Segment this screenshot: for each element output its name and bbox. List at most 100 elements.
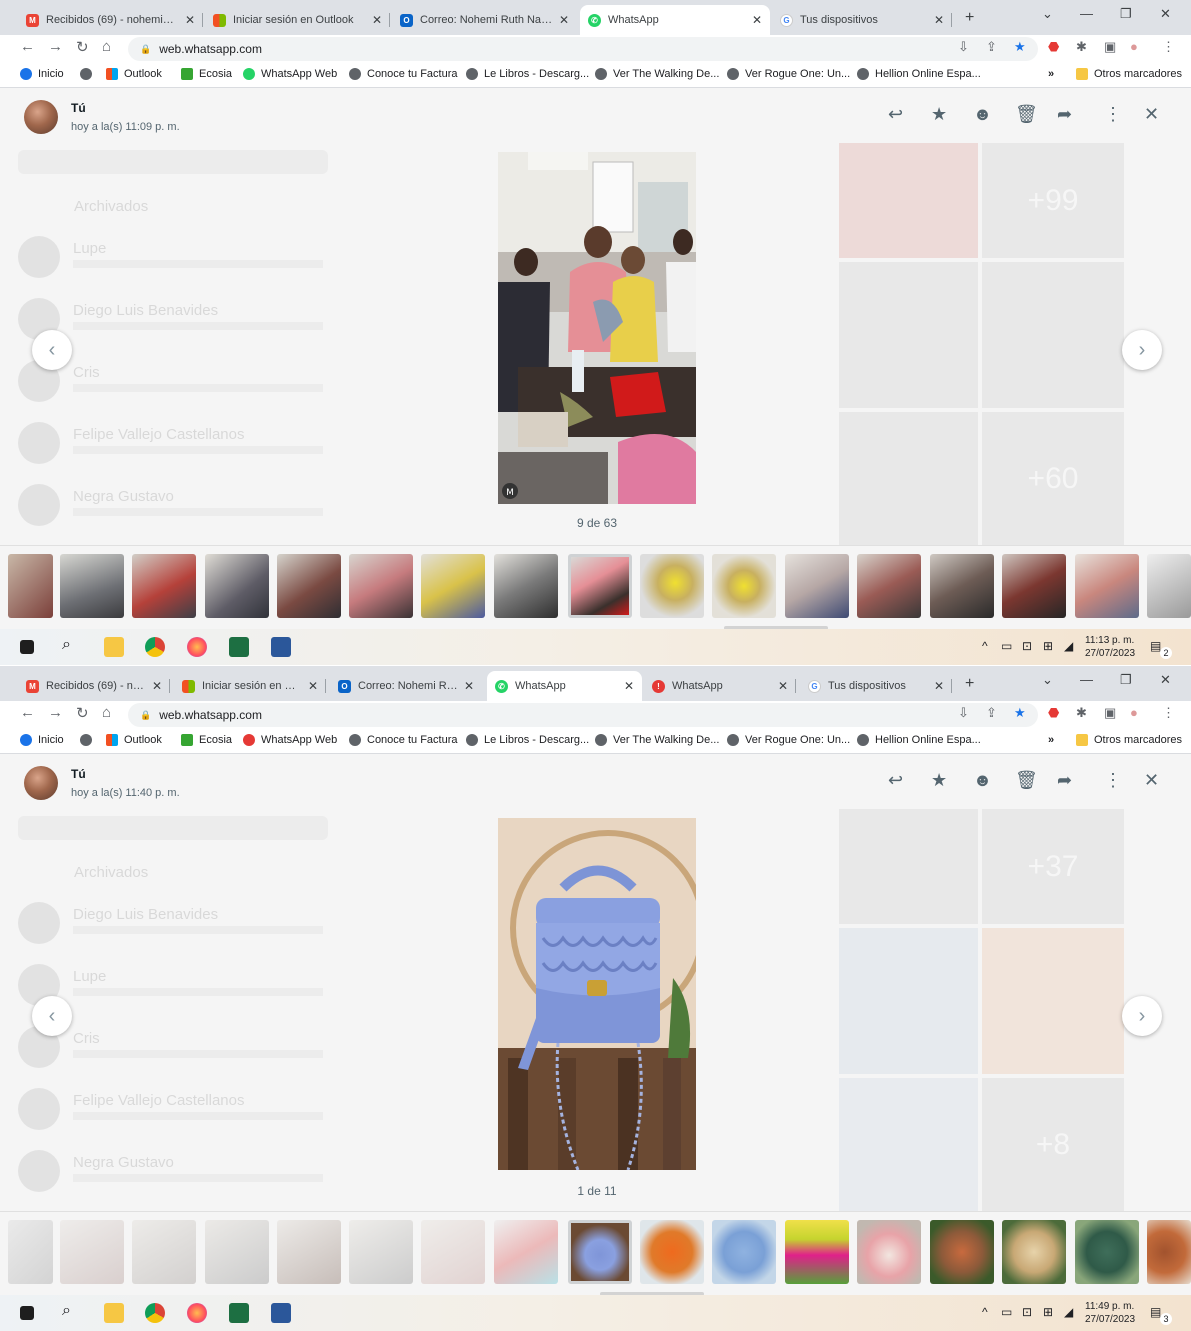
minimize-icon[interactable]: — xyxy=(1080,672,1093,687)
thumbnail[interactable] xyxy=(1075,554,1139,618)
thumbnail[interactable] xyxy=(60,1220,124,1284)
thumbnail-selected[interactable] xyxy=(568,554,632,618)
thumbnail[interactable] xyxy=(8,1220,53,1284)
chrome-icon[interactable] xyxy=(145,637,165,657)
meet-icon[interactable]: ⊡ xyxy=(1022,1305,1032,1319)
search-icon[interactable]: ⌕ xyxy=(62,1302,71,1320)
tab-devices[interactable]: G Tus dispositivos ✕ xyxy=(800,671,952,701)
next-media-button[interactable]: › xyxy=(1122,330,1162,370)
install-app-icon[interactable]: ⇩ xyxy=(958,39,969,55)
emoji-icon[interactable]: ☻ xyxy=(973,104,992,125)
wifi-icon[interactable]: ◢ xyxy=(1064,639,1073,653)
thumbnail[interactable] xyxy=(712,554,776,618)
thumbnail[interactable] xyxy=(785,554,849,618)
bookmark-outlook[interactable]: Outlook xyxy=(106,68,162,80)
tab-search-icon[interactable]: ⌄ xyxy=(1042,6,1053,22)
system-clock[interactable]: 11:13 p. m. 27/07/2023 xyxy=(1085,634,1135,660)
network-icon[interactable]: ⊞ xyxy=(1043,1305,1053,1319)
excel-icon[interactable] xyxy=(229,1303,249,1323)
battery-icon[interactable]: ▭ xyxy=(1001,639,1012,653)
tab-gmail[interactable]: M Recibidos (69) - noheminaju ✕ xyxy=(18,5,203,35)
close-tab-icon[interactable]: ✕ xyxy=(778,679,788,693)
bookmark-star-icon[interactable]: ★ xyxy=(1014,705,1026,721)
more-bookmarks-chevron-icon[interactable]: » xyxy=(1048,68,1054,80)
home-icon[interactable]: ⌂ xyxy=(102,704,111,721)
thumbnail[interactable] xyxy=(712,1220,776,1284)
reload-icon[interactable]: ↻ xyxy=(76,38,89,56)
forward-nav-icon[interactable]: → xyxy=(48,38,63,55)
bookmark-hellion[interactable]: Hellion Online Espa... xyxy=(857,68,981,80)
close-icon[interactable]: ✕ xyxy=(1144,104,1159,125)
extensions-icon[interactable]: ✱ xyxy=(1076,705,1087,721)
firefox-icon[interactable] xyxy=(187,1303,207,1323)
close-tab-icon[interactable]: ✕ xyxy=(185,13,195,27)
chrome-icon[interactable] xyxy=(145,1303,165,1323)
bookmark-other-folder[interactable]: Otros marcadores xyxy=(1076,734,1182,746)
star-icon[interactable]: ★ xyxy=(931,104,947,125)
restore-icon[interactable]: ❐ xyxy=(1120,6,1132,22)
system-clock[interactable]: 11:49 p. m. 27/07/2023 xyxy=(1085,1300,1135,1326)
thumbnail[interactable] xyxy=(640,554,704,618)
previous-media-button[interactable]: ‹ xyxy=(32,330,72,370)
thumbnail[interactable] xyxy=(1147,1220,1191,1284)
adblock-icon[interactable]: ⬣ xyxy=(1048,705,1059,721)
thumbnail[interactable] xyxy=(205,554,269,618)
thumbnail[interactable] xyxy=(421,1220,485,1284)
more-icon[interactable]: ⋮ xyxy=(1104,770,1122,791)
delete-icon[interactable]: 🗑 xyxy=(1015,770,1038,791)
thumbnail[interactable] xyxy=(1002,1220,1066,1284)
bookmark-star-icon[interactable]: ★ xyxy=(1014,39,1026,55)
file-explorer-icon[interactable] xyxy=(104,1303,124,1323)
firefox-icon[interactable] xyxy=(187,637,207,657)
tab-outlook-login[interactable]: Iniciar sesión en Outlo ✕ xyxy=(174,671,326,701)
windows-start-icon[interactable] xyxy=(20,640,34,654)
forward-nav-icon[interactable]: → xyxy=(48,704,63,721)
bookmark-walking-dead[interactable]: Ver The Walking De... xyxy=(595,68,719,80)
back-icon[interactable]: ← xyxy=(20,38,35,55)
battery-icon[interactable]: ▭ xyxy=(1001,1305,1012,1319)
profile-icon[interactable]: ● xyxy=(1130,39,1138,54)
bookmark-inicio[interactable]: Inicio xyxy=(20,734,64,746)
reload-icon[interactable]: ↻ xyxy=(76,704,89,722)
thumbnail[interactable] xyxy=(421,554,485,618)
bookmark-hellion[interactable]: Hellion Online Espa... xyxy=(857,734,981,746)
address-bar[interactable]: 🔒 web.whatsapp.com xyxy=(128,703,1038,727)
bookmark-ecosia[interactable]: Ecosia xyxy=(181,68,232,80)
close-tab-icon[interactable]: ✕ xyxy=(308,679,318,693)
tab-outlook-mail[interactable]: O Correo: Nohemi Ruth ✕ xyxy=(330,671,482,701)
minimize-icon[interactable]: — xyxy=(1080,6,1093,21)
close-tab-icon[interactable]: ✕ xyxy=(372,13,382,27)
forward-icon[interactable]: ➦ xyxy=(1057,770,1072,791)
thumbnail[interactable] xyxy=(857,1220,921,1284)
adblock-icon[interactable]: ⬣ xyxy=(1048,39,1059,55)
search-icon[interactable]: ⌕ xyxy=(62,636,71,654)
meet-icon[interactable]: ⊡ xyxy=(1022,639,1032,653)
next-media-button[interactable]: › xyxy=(1122,996,1162,1036)
bookmark-whatsapp-web[interactable]: WhatsApp Web xyxy=(243,734,337,746)
new-tab-icon[interactable]: + xyxy=(965,9,974,27)
thumbnail[interactable] xyxy=(1002,554,1066,618)
close-tab-icon[interactable]: ✕ xyxy=(624,679,634,693)
more-bookmarks-chevron-icon[interactable]: » xyxy=(1048,734,1054,746)
chrome-menu-icon[interactable]: ⋮ xyxy=(1162,705,1175,721)
bookmark-inicio[interactable]: Inicio xyxy=(20,68,64,80)
install-app-icon[interactable]: ⇩ xyxy=(958,705,969,721)
thumbnail[interactable] xyxy=(132,1220,196,1284)
excel-icon[interactable] xyxy=(229,637,249,657)
tab-whatsapp[interactable]: ✆ WhatsApp ✕ xyxy=(580,5,770,35)
thumbnail-selected[interactable] xyxy=(568,1220,632,1284)
bookmark-factura[interactable]: Conoce tu Factura xyxy=(349,734,458,746)
tab-whatsapp[interactable]: ✆ WhatsApp ✕ xyxy=(487,671,642,701)
bookmark-globe[interactable] xyxy=(80,68,98,80)
thumbnail[interactable] xyxy=(349,1220,413,1284)
thumbnail[interactable] xyxy=(349,554,413,618)
side-panel-icon[interactable]: ▣ xyxy=(1104,39,1116,55)
tab-search-icon[interactable]: ⌄ xyxy=(1042,672,1053,688)
thumbnail[interactable] xyxy=(60,554,124,618)
address-bar[interactable]: 🔒 web.whatsapp.com xyxy=(128,37,1038,61)
close-tab-icon[interactable]: ✕ xyxy=(464,679,474,693)
thumbnail[interactable] xyxy=(132,554,196,618)
thumbnail[interactable] xyxy=(1075,1220,1139,1284)
extensions-icon[interactable]: ✱ xyxy=(1076,39,1087,55)
word-icon[interactable] xyxy=(271,637,291,657)
